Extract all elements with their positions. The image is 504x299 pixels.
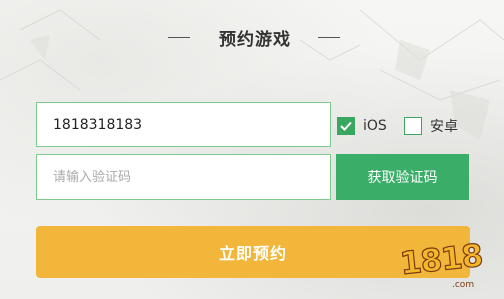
platform-option-android[interactable]: 安卓 (404, 115, 458, 137)
platform-option-ios[interactable]: iOS (337, 115, 387, 137)
android-checkbox[interactable] (404, 117, 422, 135)
title-row: 预约游戏 (0, 22, 504, 52)
verification-code-input[interactable] (37, 155, 330, 199)
title-line-left (168, 37, 190, 38)
phone-input[interactable] (37, 103, 330, 146)
watermark-domain: .com (452, 280, 475, 290)
watermark-logo: 1818 .com (394, 234, 502, 296)
ios-checkbox[interactable] (337, 117, 355, 135)
watermark-logo-text: 1818 (398, 237, 485, 283)
page-title: 预约游戏 (219, 30, 291, 50)
android-label: 安卓 (430, 119, 458, 135)
verification-code-field (36, 154, 331, 200)
get-code-button[interactable]: 获取验证码 (336, 154, 469, 200)
title-line-right (318, 37, 340, 38)
phone-field (36, 102, 331, 147)
checkmark-icon (340, 121, 352, 131)
ios-label: iOS (363, 118, 387, 134)
